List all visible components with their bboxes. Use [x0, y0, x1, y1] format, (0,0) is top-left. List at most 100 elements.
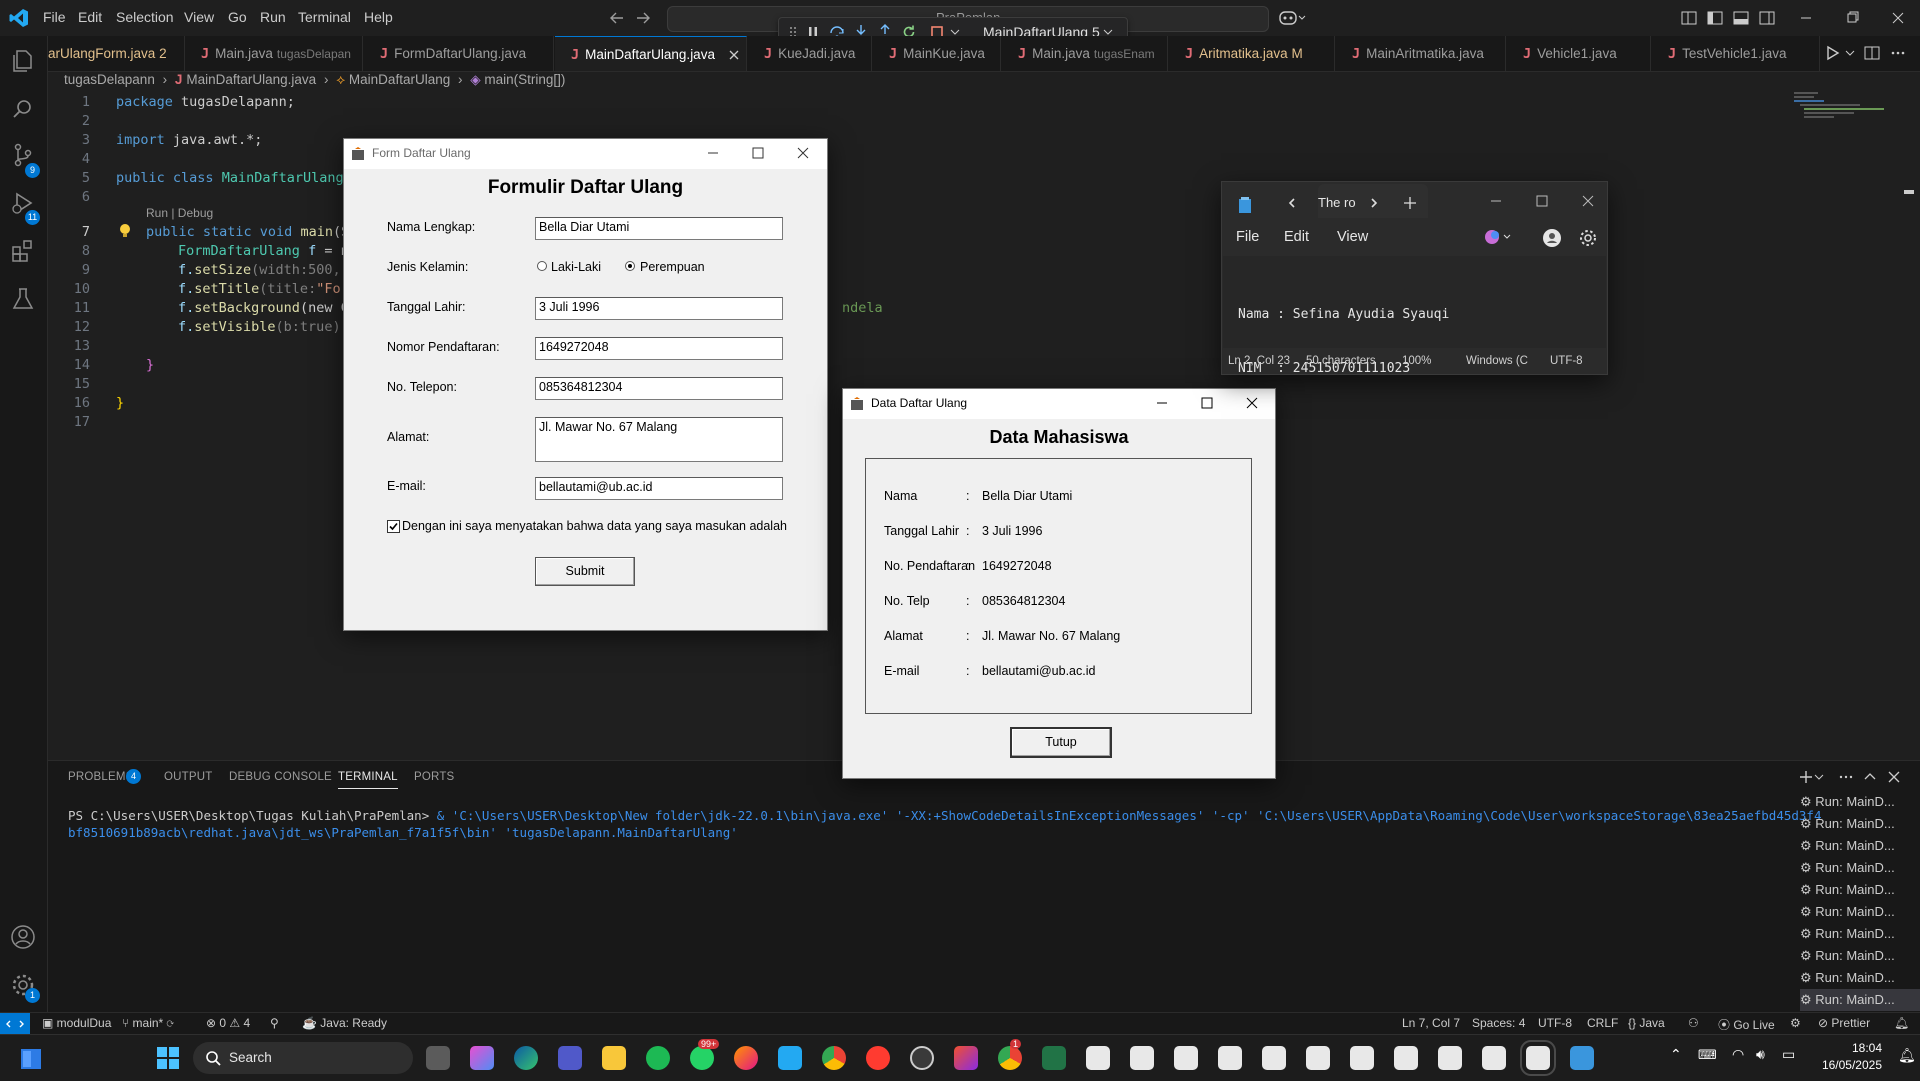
- taskbar-search[interactable]: Search: [193, 1042, 413, 1074]
- chrome-icon[interactable]: [822, 1046, 846, 1070]
- terminal-instance[interactable]: ⚙ Run: MainD...: [1800, 791, 1920, 813]
- breadcrumb-method[interactable]: main(String[]): [484, 72, 565, 87]
- chevron-down-icon[interactable]: [1814, 769, 1824, 785]
- notification-bell-icon[interactable]: 🔔︎: [1898, 1048, 1916, 1064]
- tab-form-daftar-ulang-partial[interactable]: arUlangForm.java 2: [48, 36, 185, 71]
- problems-status[interactable]: ⊗ 0 ⚠ 4: [206, 1016, 250, 1030]
- search-icon[interactable]: [10, 96, 36, 122]
- tab-testvehicle1[interactable]: J TestVehicle1.java: [1652, 36, 1820, 71]
- clock-time[interactable]: 18:04: [1820, 1041, 1882, 1055]
- notepad-taskbar-icon[interactable]: [1570, 1046, 1594, 1070]
- java-app-icon[interactable]: [1306, 1046, 1330, 1070]
- java-app-icon[interactable]: [1262, 1046, 1286, 1070]
- spotify-icon[interactable]: [646, 1046, 670, 1070]
- edge-icon[interactable]: [514, 1046, 538, 1070]
- file-explorer-icon[interactable]: [602, 1046, 626, 1070]
- back-arrow-icon[interactable]: [608, 9, 626, 27]
- cursor-position[interactable]: Ln 7, Col 7: [1402, 1016, 1460, 1030]
- agree-label[interactable]: Dengan ini saya menyatakan bahwa data ya…: [402, 519, 787, 533]
- java-app-icon[interactable]: [1438, 1046, 1462, 1070]
- tab-output[interactable]: OUTPUT: [164, 771, 212, 783]
- java-app-icon[interactable]: [1130, 1046, 1154, 1070]
- testing-icon[interactable]: [10, 286, 36, 312]
- vscode-taskbar-icon[interactable]: [778, 1046, 802, 1070]
- menu-run[interactable]: Run: [260, 9, 286, 25]
- git-icon[interactable]: [954, 1046, 978, 1070]
- tab-main-tugasdelapan[interactable]: J Main.java tugasDelapan: [185, 36, 363, 71]
- menu-terminal[interactable]: Terminal: [298, 9, 351, 25]
- chevron-left-icon[interactable]: [1286, 196, 1298, 210]
- customize-layout-icon[interactable]: [1680, 9, 1698, 27]
- java-app-icon-active[interactable]: [1520, 1040, 1556, 1076]
- remote-indicator[interactable]: [0, 1013, 30, 1035]
- clock-date[interactable]: 16/05/2025: [1810, 1058, 1882, 1072]
- lightbulb-icon[interactable]: [117, 222, 133, 240]
- window-title-bar[interactable]: Data Daftar Ulang: [843, 389, 1275, 419]
- java-status[interactable]: ☕ Java: Ready: [302, 1016, 387, 1030]
- battery-icon[interactable]: ▭: [1782, 1047, 1795, 1063]
- terminal-instance[interactable]: ⚙ Run: MainD...: [1800, 835, 1920, 857]
- notifications-config-icon[interactable]: ⚙: [1790, 1016, 1801, 1030]
- agree-checkbox[interactable]: [387, 520, 400, 533]
- copilot-icon[interactable]: [1278, 8, 1308, 28]
- java-app-icon[interactable]: [1394, 1046, 1418, 1070]
- more-actions-icon[interactable]: [1838, 769, 1854, 785]
- textarea-alamat[interactable]: Jl. Mawar No. 67 Malang: [535, 417, 783, 462]
- chevron-right-icon[interactable]: [1368, 196, 1380, 210]
- menu-file[interactable]: File: [43, 9, 66, 25]
- notepad-text-area[interactable]: Nama : Sefina Ayudia Syauqi NIM : 245150…: [1223, 256, 1606, 376]
- input-telepon[interactable]: 085364812304: [535, 377, 783, 400]
- chevron-up-icon[interactable]: ⌃: [1670, 1047, 1682, 1063]
- menu-selection[interactable]: Selection: [116, 9, 174, 25]
- toggle-secondary-sidebar-icon[interactable]: [1758, 9, 1776, 27]
- java-app-icon[interactable]: [1482, 1046, 1506, 1070]
- brave-icon[interactable]: [866, 1046, 890, 1070]
- new-terminal-icon[interactable]: [1798, 769, 1814, 785]
- radio-perempuan[interactable]: [625, 261, 635, 271]
- maximize-icon[interactable]: [750, 145, 766, 161]
- tab-ports[interactable]: PORTS: [414, 771, 454, 783]
- radio-label-perempuan[interactable]: Perempuan: [640, 260, 705, 274]
- input-tanggal-lahir[interactable]: 3 Juli 1996: [535, 297, 783, 320]
- tab-debug-console[interactable]: DEBUG CONSOLE: [229, 771, 332, 783]
- maximize-icon[interactable]: [1199, 395, 1215, 411]
- restore-icon[interactable]: [1843, 9, 1861, 27]
- input-nama[interactable]: Bella Diar Utami: [535, 217, 783, 240]
- debug-status-icon[interactable]: ⚲: [270, 1016, 279, 1030]
- terminal-instance[interactable]: ⚙ Run: MainD...: [1800, 989, 1920, 1011]
- prettier-status[interactable]: ⊘ Prettier: [1818, 1016, 1870, 1030]
- maximize-icon[interactable]: [1534, 193, 1550, 209]
- tab-main-daftar-ulang[interactable]: J MainDaftarUlang.java: [555, 36, 747, 71]
- branch-status[interactable]: ⑂ main* ⟳: [122, 1016, 174, 1030]
- notepad-menu-view[interactable]: View: [1337, 229, 1368, 245]
- tutup-button[interactable]: Tutup: [1010, 727, 1112, 758]
- tab-aritmatika[interactable]: J Aritmatika.java M: [1169, 36, 1335, 71]
- line-ending[interactable]: CRLF: [1587, 1016, 1618, 1030]
- explorer-icon[interactable]: [10, 48, 36, 74]
- breadcrumb-folder[interactable]: tugasDelapann: [64, 72, 155, 87]
- toggle-panel-icon[interactable]: [1732, 9, 1750, 27]
- copilot-icon[interactable]: [1484, 228, 1512, 246]
- close-icon[interactable]: [1580, 193, 1596, 209]
- run-file-icon[interactable]: [1824, 45, 1840, 61]
- submit-button[interactable]: Submit: [535, 557, 635, 586]
- maximize-panel-icon[interactable]: [1862, 769, 1878, 785]
- gear-icon[interactable]: [1578, 228, 1598, 248]
- teams-icon[interactable]: [558, 1046, 582, 1070]
- chrome-profile-icon[interactable]: [998, 1046, 1022, 1070]
- tab-vehicle1[interactable]: J Vehicle1.java: [1507, 36, 1651, 71]
- project-status[interactable]: ▣ modulDua: [42, 1016, 111, 1030]
- excel-icon[interactable]: [1042, 1046, 1066, 1070]
- minimap[interactable]: [1790, 90, 1900, 130]
- account-icon[interactable]: [1542, 228, 1562, 248]
- terminal-output[interactable]: PS C:\Users\USER\Desktop\Tugas Kuliah\Pr…: [68, 807, 1828, 841]
- encoding[interactable]: UTF-8: [1538, 1016, 1572, 1030]
- menu-view[interactable]: View: [184, 9, 214, 25]
- whatsapp-icon[interactable]: [690, 1046, 714, 1070]
- indentation[interactable]: Spaces: 4: [1472, 1016, 1525, 1030]
- breadcrumb-file[interactable]: MainDaftarUlang.java: [186, 72, 316, 87]
- task-view-icon[interactable]: [426, 1046, 450, 1070]
- breadcrumb-class[interactable]: MainDaftarUlang: [349, 72, 450, 87]
- menu-edit[interactable]: Edit: [78, 9, 102, 25]
- java-app-icon[interactable]: [1086, 1046, 1110, 1070]
